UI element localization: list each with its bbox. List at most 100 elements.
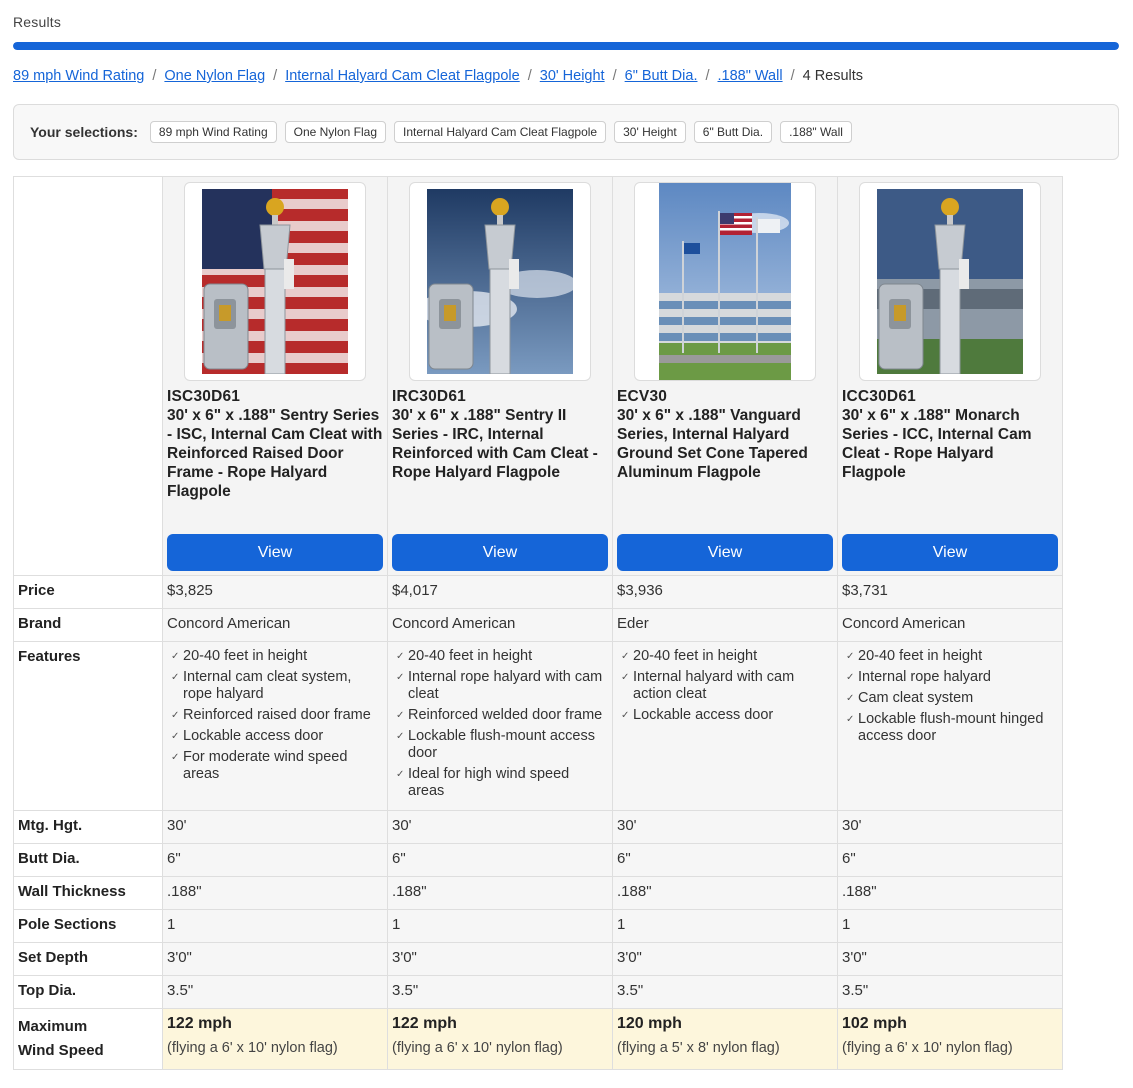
selection-chip[interactable]: One Nylon Flag — [284, 121, 386, 143]
top-dia-value: 3.5" — [162, 975, 388, 1009]
breadcrumb-link[interactable]: 6" Butt Dia. — [625, 68, 698, 84]
flagpole-product-image — [877, 189, 1023, 374]
butt-dia-value: 6" — [612, 843, 838, 877]
flagpole-product-image — [202, 189, 348, 374]
flag-size-note: (flying a 6' x 10' nylon flag) — [392, 1040, 563, 1056]
row-label-pole-sections: Pole Sections — [13, 909, 163, 943]
feature-item: Cam cleat system — [846, 690, 1058, 707]
feature-list: 20-40 feet in height Internal rope halyar… — [392, 648, 608, 800]
feature-item: 20-40 feet in height — [621, 648, 833, 665]
top-dia-value: 3.5" — [612, 975, 838, 1009]
feature-item: For moderate wind speed areas — [171, 749, 383, 783]
product-image[interactable] — [184, 182, 366, 381]
row-label-set-depth: Set Depth — [13, 942, 163, 976]
breadcrumb-link[interactable]: One Nylon Flag — [164, 68, 265, 84]
breadcrumb-link[interactable]: Internal Halyard Cam Cleat Flagpole — [285, 68, 520, 84]
butt-dia-value: 6" — [387, 843, 613, 877]
butt-dia-value: 6" — [837, 843, 1063, 877]
max-wind-mph: 122 mph — [167, 1015, 232, 1032]
product-sku: ISC30D61 — [167, 388, 241, 405]
max-wind-mph: 102 mph — [842, 1015, 907, 1032]
product-comparison-table: ISC30D61 30' x 6" x .188" Sentry Series -… — [13, 176, 1063, 1070]
max-wind-value: 120 mph (flying a 5' x 8' nylon flag) — [612, 1008, 838, 1070]
product-card: ISC30D61 30' x 6" x .188" Sentry Series -… — [162, 176, 388, 576]
features-value: 20-40 feet in height Internal halyard wit… — [612, 641, 838, 811]
view-button[interactable]: View — [392, 534, 608, 571]
breadcrumb-link[interactable]: .188" Wall — [718, 68, 783, 84]
features-row: Features 20-40 feet in height Internal cam… — [13, 641, 1063, 811]
mtg-hgt-value: 30' — [387, 810, 613, 844]
view-button[interactable]: View — [167, 534, 383, 571]
set-depth-value: 3'0" — [387, 942, 613, 976]
butt-dia-row: Butt Dia. 6" 6" 6" 6" — [13, 843, 1063, 877]
brand-value: Eder — [612, 608, 838, 642]
row-label-price: Price — [13, 575, 163, 609]
max-wind-mph: 120 mph — [617, 1015, 682, 1032]
breadcrumb-separator: / — [790, 68, 795, 84]
row-label-wall-thickness: Wall Thickness — [13, 876, 163, 910]
selection-chip[interactable]: 89 mph Wind Rating — [149, 121, 277, 143]
pole-sections-value: 1 — [837, 909, 1063, 943]
wall-thickness-value: .188" — [837, 876, 1063, 910]
mtg-hgt-value: 30' — [612, 810, 838, 844]
row-label-empty — [13, 176, 163, 576]
results-heading: Results — [13, 14, 62, 30]
top-dia-row: Top Dia. 3.5" 3.5" 3.5" 3.5" — [13, 975, 1063, 1009]
breadcrumb-separator: / — [527, 68, 532, 84]
top-dia-value: 3.5" — [837, 975, 1063, 1009]
selection-chip[interactable]: Internal Halyard Cam Cleat Flagpole — [394, 121, 607, 143]
feature-item: 20-40 feet in height — [396, 648, 608, 665]
set-depth-value: 3'0" — [837, 942, 1063, 976]
results-count: 4 Results — [802, 68, 864, 84]
wall-thickness-value: .188" — [612, 876, 838, 910]
wall-thickness-value: .188" — [387, 876, 613, 910]
feature-item: Internal cam cleat system, rope halyard — [171, 669, 383, 703]
breadcrumb-link[interactable]: 30' Height — [540, 68, 605, 84]
features-value: 20-40 feet in height Internal rope halyar… — [837, 641, 1063, 811]
feature-item: Reinforced raised door frame — [171, 707, 383, 724]
breadcrumb: 89 mph Wind Rating / One Nylon Flag / Intern… — [13, 68, 863, 84]
max-wind-value: 122 mph (flying a 6' x 10' nylon flag) — [162, 1008, 388, 1070]
product-name: 30' x 6" x .188" Vanguard Series, Intern… — [617, 407, 808, 481]
product-image[interactable] — [634, 182, 816, 381]
breadcrumb-link[interactable]: 89 mph Wind Rating — [13, 68, 144, 84]
selection-chip[interactable]: .188" Wall — [780, 121, 852, 143]
feature-item: Internal halyard with cam action cleat — [621, 669, 833, 703]
brand-value: Concord American — [162, 608, 388, 642]
wall-thickness-row: Wall Thickness .188" .188" .188" .188" — [13, 876, 1063, 910]
your-selections-panel: Your selections: 89 mph Wind Rating One N… — [13, 104, 1119, 160]
feature-item: Internal rope halyard — [846, 669, 1058, 686]
view-button[interactable]: View — [842, 534, 1058, 571]
feature-item: Lockable flush-mount hinged access door — [846, 711, 1058, 745]
breadcrumb-separator: / — [705, 68, 710, 84]
product-sku: ECV30 — [617, 388, 668, 405]
selection-chip[interactable]: 30' Height — [614, 121, 686, 143]
feature-item: Internal rope halyard with cam cleat — [396, 669, 608, 703]
pole-sections-row: Pole Sections 1 1 1 1 — [13, 909, 1063, 943]
product-sku: IRC30D61 — [392, 388, 466, 405]
row-label-features: Features — [13, 641, 163, 811]
mtg-hgt-row: Mtg. Hgt. 30' 30' 30' 30' — [13, 810, 1063, 844]
product-card: ECV30 30' x 6" x .188" Vanguard Series, I… — [612, 176, 838, 576]
feature-item: Reinforced welded door frame — [396, 707, 608, 724]
feature-item: 20-40 feet in height — [846, 648, 1058, 665]
features-value: 20-40 feet in height Internal cam cleat s… — [162, 641, 388, 811]
feature-item: Lockable flush-mount access door — [396, 728, 608, 762]
flagpole-product-image — [427, 189, 573, 374]
row-label-top-dia: Top Dia. — [13, 975, 163, 1009]
selection-chip[interactable]: 6" Butt Dia. — [693, 121, 773, 143]
product-name: 30' x 6" x .188" Sentry Series - ISC, In… — [167, 407, 383, 500]
feature-list: 20-40 feet in height Internal halyard wit… — [617, 648, 833, 724]
breadcrumb-separator: / — [152, 68, 157, 84]
pole-sections-value: 1 — [162, 909, 388, 943]
mtg-hgt-value: 30' — [162, 810, 388, 844]
product-sku: ICC30D61 — [842, 388, 916, 405]
product-image[interactable] — [859, 182, 1041, 381]
results-page: Results 89 mph Wind Rating / One Nylon Fla… — [0, 0, 1133, 1088]
product-image[interactable] — [409, 182, 591, 381]
your-selections-label: Your selections: — [30, 124, 138, 140]
brand-value: Concord American — [837, 608, 1063, 642]
breadcrumb-separator: / — [273, 68, 278, 84]
view-button[interactable]: View — [617, 534, 833, 571]
brand-value: Concord American — [387, 608, 613, 642]
